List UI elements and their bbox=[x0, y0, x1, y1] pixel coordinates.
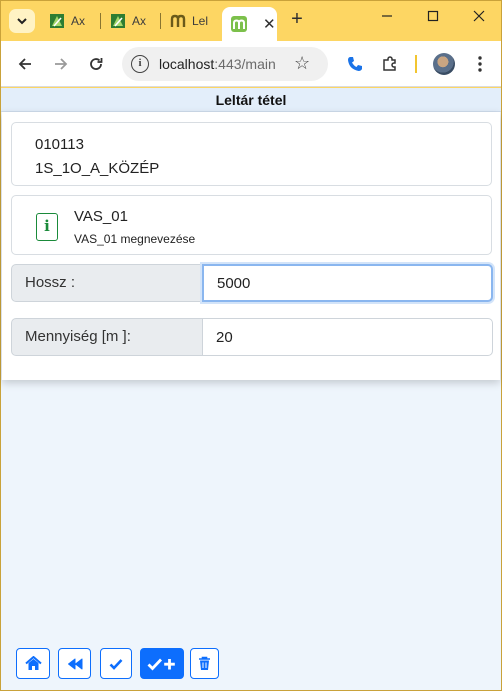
tab-search-button[interactable] bbox=[9, 9, 35, 33]
length-input[interactable] bbox=[202, 264, 493, 302]
tab-1-label: Ax bbox=[71, 14, 86, 28]
item-code: VAS_01 bbox=[74, 208, 128, 225]
page-content: Leltár tétel 010113 1S_1O_A_KÖZÉP i VAS_… bbox=[1, 88, 501, 690]
quantity-field-group: Mennyiség [m ]: bbox=[11, 318, 493, 356]
item-card[interactable]: i VAS_01 VAS_01 megnevezése bbox=[11, 195, 492, 255]
site-info-icon[interactable]: i bbox=[131, 55, 149, 73]
location-name: 1S_1O_A_KÖZÉP bbox=[35, 160, 160, 177]
profile-avatar[interactable] bbox=[433, 53, 455, 75]
arrow-left-icon bbox=[18, 58, 31, 70]
back-to-start-button[interactable] bbox=[58, 648, 91, 679]
info-icon[interactable]: i bbox=[36, 213, 58, 241]
tab-3-label: Lel bbox=[192, 14, 209, 28]
check-plus-icon bbox=[147, 658, 175, 671]
rewind-icon bbox=[67, 658, 82, 669]
quantity-label: Mennyiség [m ]: bbox=[11, 318, 203, 356]
minimize-button[interactable] bbox=[372, 9, 402, 31]
green-leaf-icon bbox=[50, 14, 64, 28]
address-bar[interactable]: i localhost:443/main ☆ bbox=[122, 47, 328, 81]
tab-separator bbox=[160, 13, 161, 29]
url-text[interactable]: localhost:443/main bbox=[159, 56, 276, 72]
home-icon bbox=[24, 656, 42, 670]
maximize-icon bbox=[427, 10, 439, 22]
browser-window: Ax Ax Lel ✕ + i localhost:443/main ☆ Lel… bbox=[0, 0, 502, 691]
new-tab-button[interactable]: + bbox=[287, 9, 307, 31]
page-title: Leltár tétel bbox=[1, 88, 501, 112]
arrow-right-icon bbox=[55, 58, 68, 70]
phone-icon bbox=[348, 57, 362, 71]
minimize-icon bbox=[382, 15, 392, 17]
forward-button[interactable] bbox=[49, 52, 73, 76]
green-leaf-icon bbox=[111, 14, 125, 28]
tab-2-label: Ax bbox=[132, 14, 147, 28]
url-host: localhost bbox=[159, 56, 215, 72]
phone-extension-button[interactable] bbox=[343, 52, 367, 76]
back-button[interactable] bbox=[13, 52, 37, 76]
tab-separator bbox=[100, 13, 101, 29]
reload-icon bbox=[90, 58, 103, 70]
puzzle-icon bbox=[383, 56, 396, 71]
url-path: :443/main bbox=[214, 56, 276, 72]
check-icon bbox=[109, 658, 123, 670]
confirm-and-add-button[interactable] bbox=[140, 648, 184, 679]
toolbar-separator bbox=[415, 55, 417, 73]
tab-3[interactable]: Lel bbox=[170, 9, 208, 33]
kebab-menu-icon bbox=[478, 56, 482, 72]
reload-button[interactable] bbox=[84, 52, 108, 76]
quantity-input[interactable] bbox=[202, 318, 493, 356]
close-window-button[interactable] bbox=[464, 9, 494, 31]
bookmark-star-icon[interactable]: ☆ bbox=[294, 53, 310, 74]
tab-active[interactable]: ✕ bbox=[222, 7, 277, 41]
delete-button[interactable] bbox=[190, 648, 219, 679]
length-field-group: Hossz : bbox=[11, 264, 493, 302]
location-card: 010113 1S_1O_A_KÖZÉP bbox=[11, 122, 492, 186]
m-logo-green-icon bbox=[231, 16, 247, 32]
confirm-button[interactable] bbox=[100, 648, 132, 679]
maximize-button[interactable] bbox=[418, 9, 448, 31]
browser-toolbar: i localhost:443/main ☆ bbox=[1, 41, 501, 87]
close-icon bbox=[473, 10, 485, 22]
home-button[interactable] bbox=[16, 648, 50, 679]
extensions-button[interactable] bbox=[378, 52, 402, 76]
trash-icon bbox=[199, 656, 210, 670]
menu-button[interactable] bbox=[468, 52, 492, 76]
inventory-item-panel: 010113 1S_1O_A_KÖZÉP i VAS_01 VAS_01 meg… bbox=[2, 112, 500, 380]
chevron-down-icon bbox=[17, 18, 27, 25]
location-code: 010113 bbox=[35, 136, 84, 153]
tab-strip: Ax Ax Lel ✕ + bbox=[1, 1, 501, 41]
tab-1[interactable]: Ax bbox=[49, 9, 85, 33]
tab-2[interactable]: Ax bbox=[110, 9, 146, 33]
m-logo-icon bbox=[170, 14, 186, 27]
close-tab-icon[interactable]: ✕ bbox=[263, 15, 276, 33]
item-description: VAS_01 megnevezése bbox=[74, 232, 196, 246]
length-label: Hossz : bbox=[11, 264, 203, 302]
